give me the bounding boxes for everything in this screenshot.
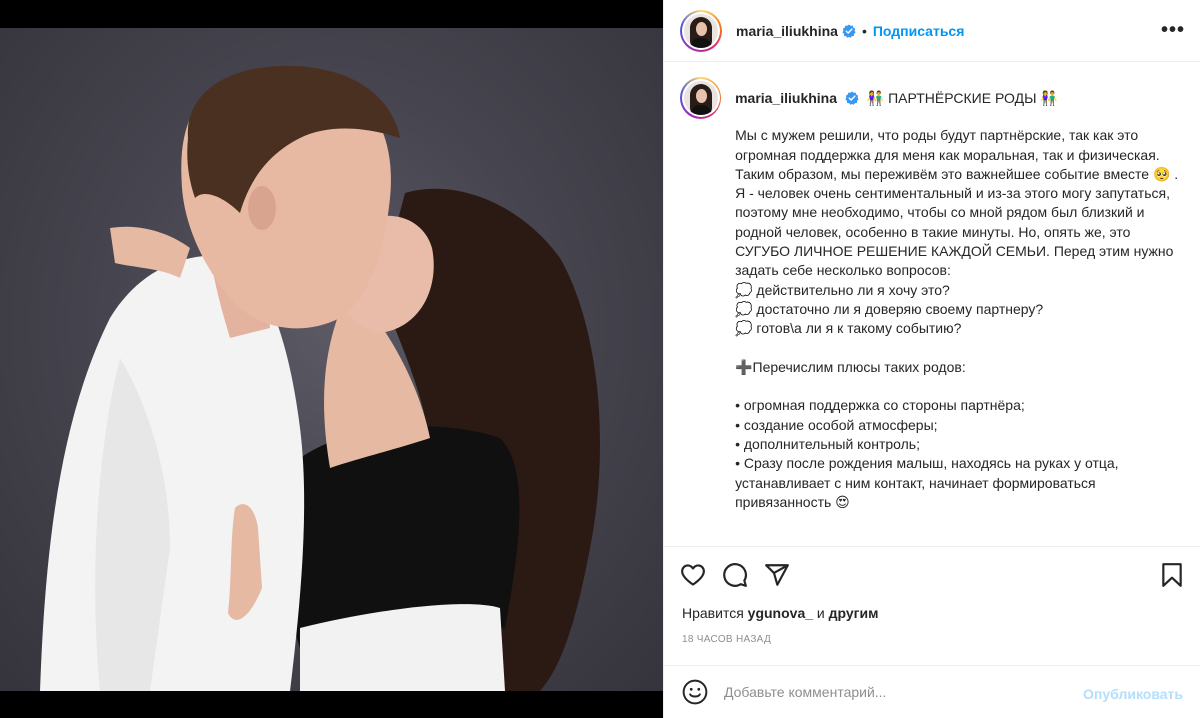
caption-username-link[interactable]: maria_iliukhina xyxy=(735,90,837,106)
separator-dot: • xyxy=(861,22,867,39)
caption-avatar-frame xyxy=(681,79,720,117)
action-bar xyxy=(664,546,1200,606)
comment-icon[interactable] xyxy=(722,562,748,588)
instagram-post-modal: maria_iliukhina • Подписаться ••• maria_… xyxy=(0,0,1200,718)
post-timestamp[interactable]: 18 часов назад xyxy=(682,634,771,645)
photo-pane xyxy=(0,0,663,718)
smiley-icon[interactable] xyxy=(682,679,708,705)
likes-others-link[interactable]: другим xyxy=(829,605,879,621)
likes-user-link[interactable]: ygunova_ xyxy=(748,605,813,621)
post-side-panel: maria_iliukhina • Подписаться ••• maria_… xyxy=(663,0,1200,718)
avatar-image xyxy=(684,13,718,48)
caption-row: maria_iliukhina 👫 ПАРТНЁРСКИЕ РОДЫ 👫 Мы … xyxy=(680,77,1185,512)
verified-badge-icon xyxy=(845,91,859,105)
heart-icon[interactable] xyxy=(680,562,706,588)
avatar-body xyxy=(689,105,712,115)
likes-and: и xyxy=(816,605,825,621)
header-username-link[interactable]: maria_iliukhina xyxy=(736,23,838,39)
likes-prefix: Нравится xyxy=(682,605,744,621)
verified-badge-icon xyxy=(842,23,856,38)
avatar-face xyxy=(695,89,707,103)
caption-section: maria_iliukhina 👫 ПАРТНЁРСКИЕ РОДЫ 👫 Мы … xyxy=(664,63,1200,546)
comment-input[interactable] xyxy=(724,684,1064,700)
more-options-icon[interactable]: ••• xyxy=(1161,20,1185,40)
caption-body: Мы с мужем решили, что роды будут партнё… xyxy=(735,127,1179,510)
avatar[interactable] xyxy=(680,9,722,52)
post-photo[interactable] xyxy=(0,28,663,691)
follow-button[interactable]: Подписаться xyxy=(873,23,965,39)
caption-text: maria_iliukhina 👫 ПАРТНЁРСКИЕ РОДЫ 👫 Мы … xyxy=(735,77,1185,512)
publish-button[interactable]: Опубликовать xyxy=(1083,686,1183,702)
avatar-frame xyxy=(682,11,720,50)
avatar-face xyxy=(696,21,707,36)
likes-line: Нравится ygunova_ и другим xyxy=(682,605,878,621)
comment-bar: Опубликовать xyxy=(664,665,1200,718)
bookmark-icon[interactable] xyxy=(1159,562,1185,588)
caption-avatar-image xyxy=(683,81,718,115)
caption-title: 👫 ПАРТНЁРСКИЕ РОДЫ 👫 xyxy=(866,90,1058,106)
couple-photo-illustration xyxy=(40,65,600,691)
paper-plane-icon[interactable] xyxy=(764,562,790,588)
caption-header-line: maria_iliukhina 👫 ПАРТНЁРСКИЕ РОДЫ 👫 xyxy=(735,89,1185,108)
post-header: maria_iliukhina • Подписаться ••• xyxy=(664,0,1200,62)
caption-avatar[interactable] xyxy=(680,77,722,119)
